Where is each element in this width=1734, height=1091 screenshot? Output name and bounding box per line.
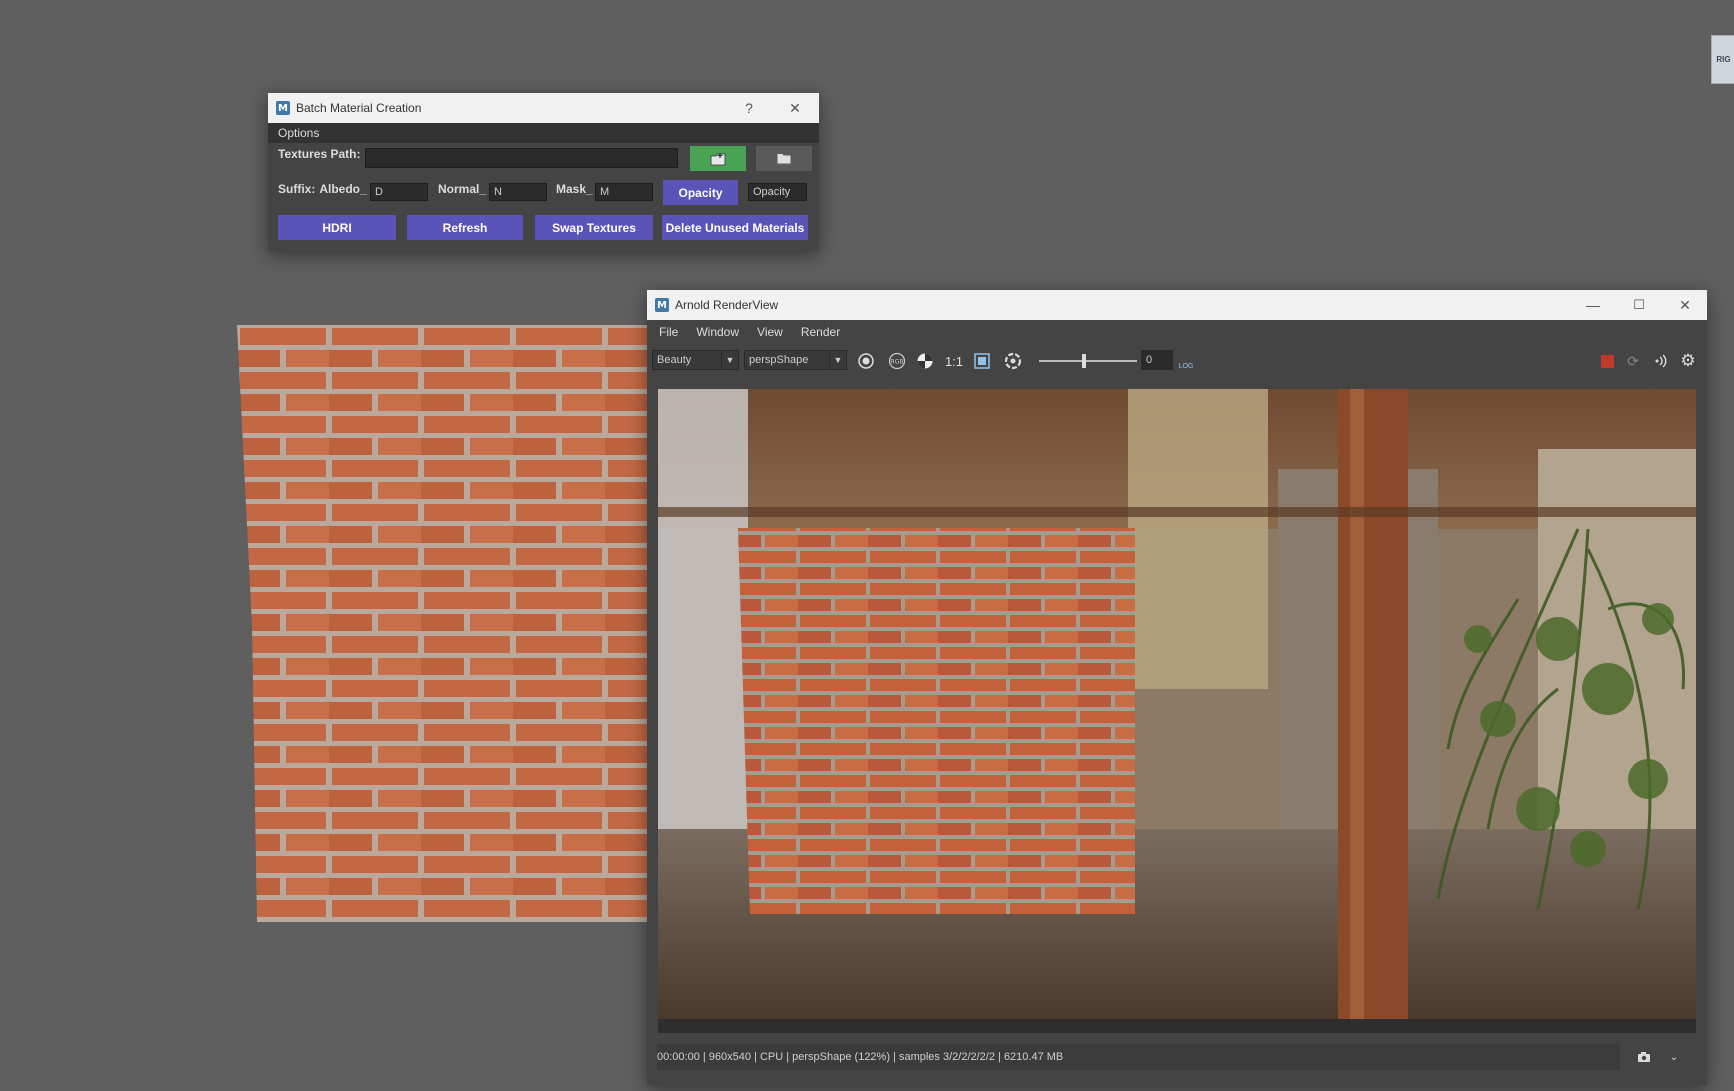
menu-options[interactable]: Options <box>278 126 319 140</box>
batch-material-window: M Batch Material Creation ? ✕ Options Te… <box>268 93 819 251</box>
snapshot-icon[interactable] <box>1635 1048 1653 1066</box>
mask-suffix-input[interactable]: M <box>595 183 653 201</box>
sound-icon[interactable] <box>1651 352 1669 370</box>
gear-icon[interactable]: ⚙ <box>1679 351 1697 370</box>
render-progress-bar <box>658 1019 1696 1033</box>
renderview-titlebar[interactable]: M Arnold RenderView — ☐ ✕ <box>647 290 1707 320</box>
color-wheel-icon[interactable] <box>916 352 934 370</box>
textures-path-input[interactable] <box>365 148 678 168</box>
folder-icon <box>777 154 791 164</box>
hdri-button[interactable]: HDRI <box>278 215 396 240</box>
rgb-icon[interactable]: RGB <box>888 352 906 370</box>
refresh-exposure-icon[interactable] <box>1004 352 1022 370</box>
arnold-renderview-window: M Arnold RenderView — ☐ ✕ File Window Vi… <box>647 290 1707 1085</box>
albedo-suffix-input[interactable]: D <box>370 183 428 201</box>
maya-icon: M <box>276 101 290 115</box>
minimize-icon[interactable]: — <box>1575 290 1611 320</box>
status-bar: 00:00:00 | 960x540 | CPU | perspShape (1… <box>657 1044 1620 1070</box>
close-icon[interactable]: ✕ <box>777 93 813 123</box>
swap-textures-button[interactable]: Swap Textures <box>535 215 653 240</box>
render-scene <box>658 389 1696 1019</box>
menu-view[interactable]: View <box>757 325 783 339</box>
chevron-down-icon[interactable]: ⌄ <box>1665 1048 1683 1066</box>
delete-unused-materials-button[interactable]: Delete Unused Materials <box>662 215 808 240</box>
renderview-toolbar: Beauty ▼ perspShape ▼ RGB 1:1 0 LOG ⟳ ⚙ <box>647 344 1707 376</box>
mask-label: Mask_ <box>556 182 593 196</box>
menu-render[interactable]: Render <box>801 325 840 339</box>
log-toggle[interactable]: LOG <box>1177 352 1195 370</box>
exposure-slider-handle[interactable] <box>1082 354 1086 368</box>
opacity-button[interactable]: Opacity <box>663 180 738 205</box>
frame-icon[interactable] <box>973 352 991 370</box>
aperture-icon[interactable] <box>857 352 875 370</box>
normal-label: Normal_ <box>438 182 487 196</box>
stop-icon[interactable] <box>1598 352 1616 370</box>
log-label: LOG <box>1178 362 1194 370</box>
camera-select[interactable]: perspShape ▼ <box>744 350 847 370</box>
suffix-row: Suffix: Albedo_ <box>278 182 367 196</box>
aov-select-value: Beauty <box>657 354 692 366</box>
refresh-button[interactable]: Refresh <box>407 215 523 240</box>
corner-tab[interactable]: RIG <box>1711 35 1734 84</box>
exposure-slider[interactable] <box>1039 354 1137 368</box>
mask-group: Mask_ <box>556 182 593 196</box>
albedo-label: Albedo_ <box>319 182 367 196</box>
normal-group: Normal_ <box>438 182 486 196</box>
viewport-brick-plane <box>237 325 647 922</box>
normal-suffix-input[interactable]: N <box>489 183 547 201</box>
camera-select-value: perspShape <box>749 354 809 366</box>
exposure-value-input[interactable]: 0 <box>1141 350 1173 370</box>
chevron-down-icon: ▼ <box>829 351 846 369</box>
menu-file[interactable]: File <box>659 325 678 339</box>
textures-path-label: Textures Path: <box>278 147 361 161</box>
brick-texture <box>237 325 647 922</box>
help-button[interactable]: ? <box>731 93 767 123</box>
chevron-down-icon: ▼ <box>721 351 738 369</box>
corner-tab-label: RIG <box>1716 55 1731 64</box>
exposure-value: 0 <box>1146 354 1153 366</box>
status-text: 00:00:00 | 960x540 | CPU | perspShape (1… <box>657 1051 1064 1063</box>
suffix-label: Suffix: <box>278 182 316 196</box>
renderview-title: Arnold RenderView <box>675 298 779 312</box>
browse-folder-button[interactable] <box>756 146 812 171</box>
aov-select[interactable]: Beauty ▼ <box>652 350 739 370</box>
maya-icon: M <box>655 298 669 312</box>
close-icon[interactable]: ✕ <box>1667 290 1703 320</box>
menu-window[interactable]: Window <box>696 325 739 339</box>
batch-titlebar[interactable]: M Batch Material Creation ? ✕ <box>268 93 819 123</box>
create-folder-button[interactable] <box>690 146 746 171</box>
renderview-menubar: File Window View Render <box>647 320 1707 344</box>
batch-menubar: Options <box>268 123 819 143</box>
opacity-suffix-input[interactable]: Opacity <box>748 183 807 201</box>
svg-text:RGB: RGB <box>891 359 904 366</box>
refresh-icon[interactable]: ⟳ <box>1624 352 1642 370</box>
textures-path-row: Textures Path: <box>278 147 360 161</box>
render-image[interactable] <box>658 389 1696 1019</box>
zoom-label[interactable]: 1:1 <box>942 352 966 370</box>
folder-create-icon <box>710 152 726 165</box>
maximize-icon[interactable]: ☐ <box>1621 290 1657 320</box>
batch-window-title: Batch Material Creation <box>296 101 422 115</box>
